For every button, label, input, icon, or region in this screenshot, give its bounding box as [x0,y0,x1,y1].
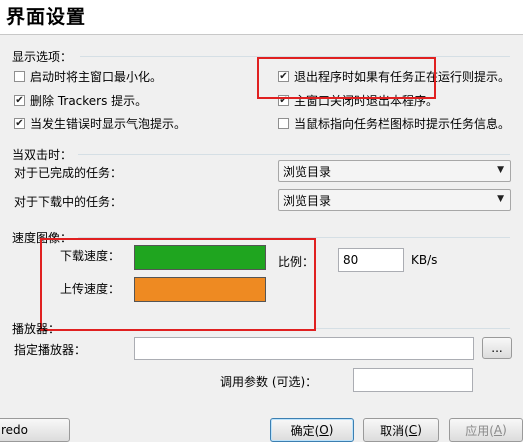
ok-button[interactable]: 确定(O) [270,418,354,442]
scale-value: 80 [343,253,359,267]
player-params-label: 调用参数 (可选)： [220,375,318,389]
double-click-divider [78,154,510,155]
checkbox-box[interactable] [14,71,25,82]
select-value: 浏览目录 [283,193,332,208]
downloading-action-select[interactable]: 浏览目录 ▼ [278,189,511,211]
double-click-label: 当双击时： [12,148,73,162]
chevron-down-icon: ▼ [497,194,504,204]
checkbox-tray-tooltip[interactable]: 当鼠标指向任务栏图标时提示任务信息。 [278,115,510,132]
checkbox-error-balloon[interactable]: ✔ 当发生错误时显示气泡提示。 [14,115,186,132]
scale-unit: KB/s [411,253,438,267]
checkbox-label: 当鼠标指向任务栏图标时提示任务信息。 [294,117,511,131]
player-path-input[interactable] [134,337,474,360]
apply-button[interactable]: 应用(A) [449,418,523,442]
dialog-title: 界面设置 [6,6,87,28]
annotation-box [257,57,436,99]
browse-player-button[interactable]: ... [482,337,512,359]
redo-button[interactable]: redo [0,418,70,442]
player-params-input[interactable] [353,368,473,392]
cancel-button[interactable]: 取消(C) [363,418,439,442]
checkbox-delete-trackers-prompt[interactable]: ✔ 删除 Trackers 提示。 [14,92,147,109]
checkbox-label: 启动时将主窗口最小化。 [30,70,163,84]
completed-action-select[interactable]: 浏览目录 ▼ [278,160,511,182]
checkbox-box[interactable] [278,118,289,129]
display-options-label: 显示选项： [12,50,73,64]
checkbox-label: 删除 Trackers 提示。 [30,94,148,108]
annotation-box [40,238,316,331]
downloading-task-label: 对于下载中的任务： [14,195,123,209]
checkbox-minimize-on-start[interactable]: 启动时将主窗口最小化。 [14,68,162,85]
player-divider [316,328,510,329]
completed-task-label: 对于已完成的任务： [14,166,123,180]
checkbox-box[interactable]: ✔ [14,95,25,106]
player-path-label: 指定播放器： [14,343,87,357]
scale-input[interactable]: 80 [338,248,404,272]
chevron-down-icon: ▼ [497,165,504,175]
select-value: 浏览目录 [283,164,332,179]
checkbox-box[interactable]: ✔ [14,118,25,129]
player-label: 播放器： [12,322,61,336]
checkbox-label: 当发生错误时显示气泡提示。 [30,117,187,131]
